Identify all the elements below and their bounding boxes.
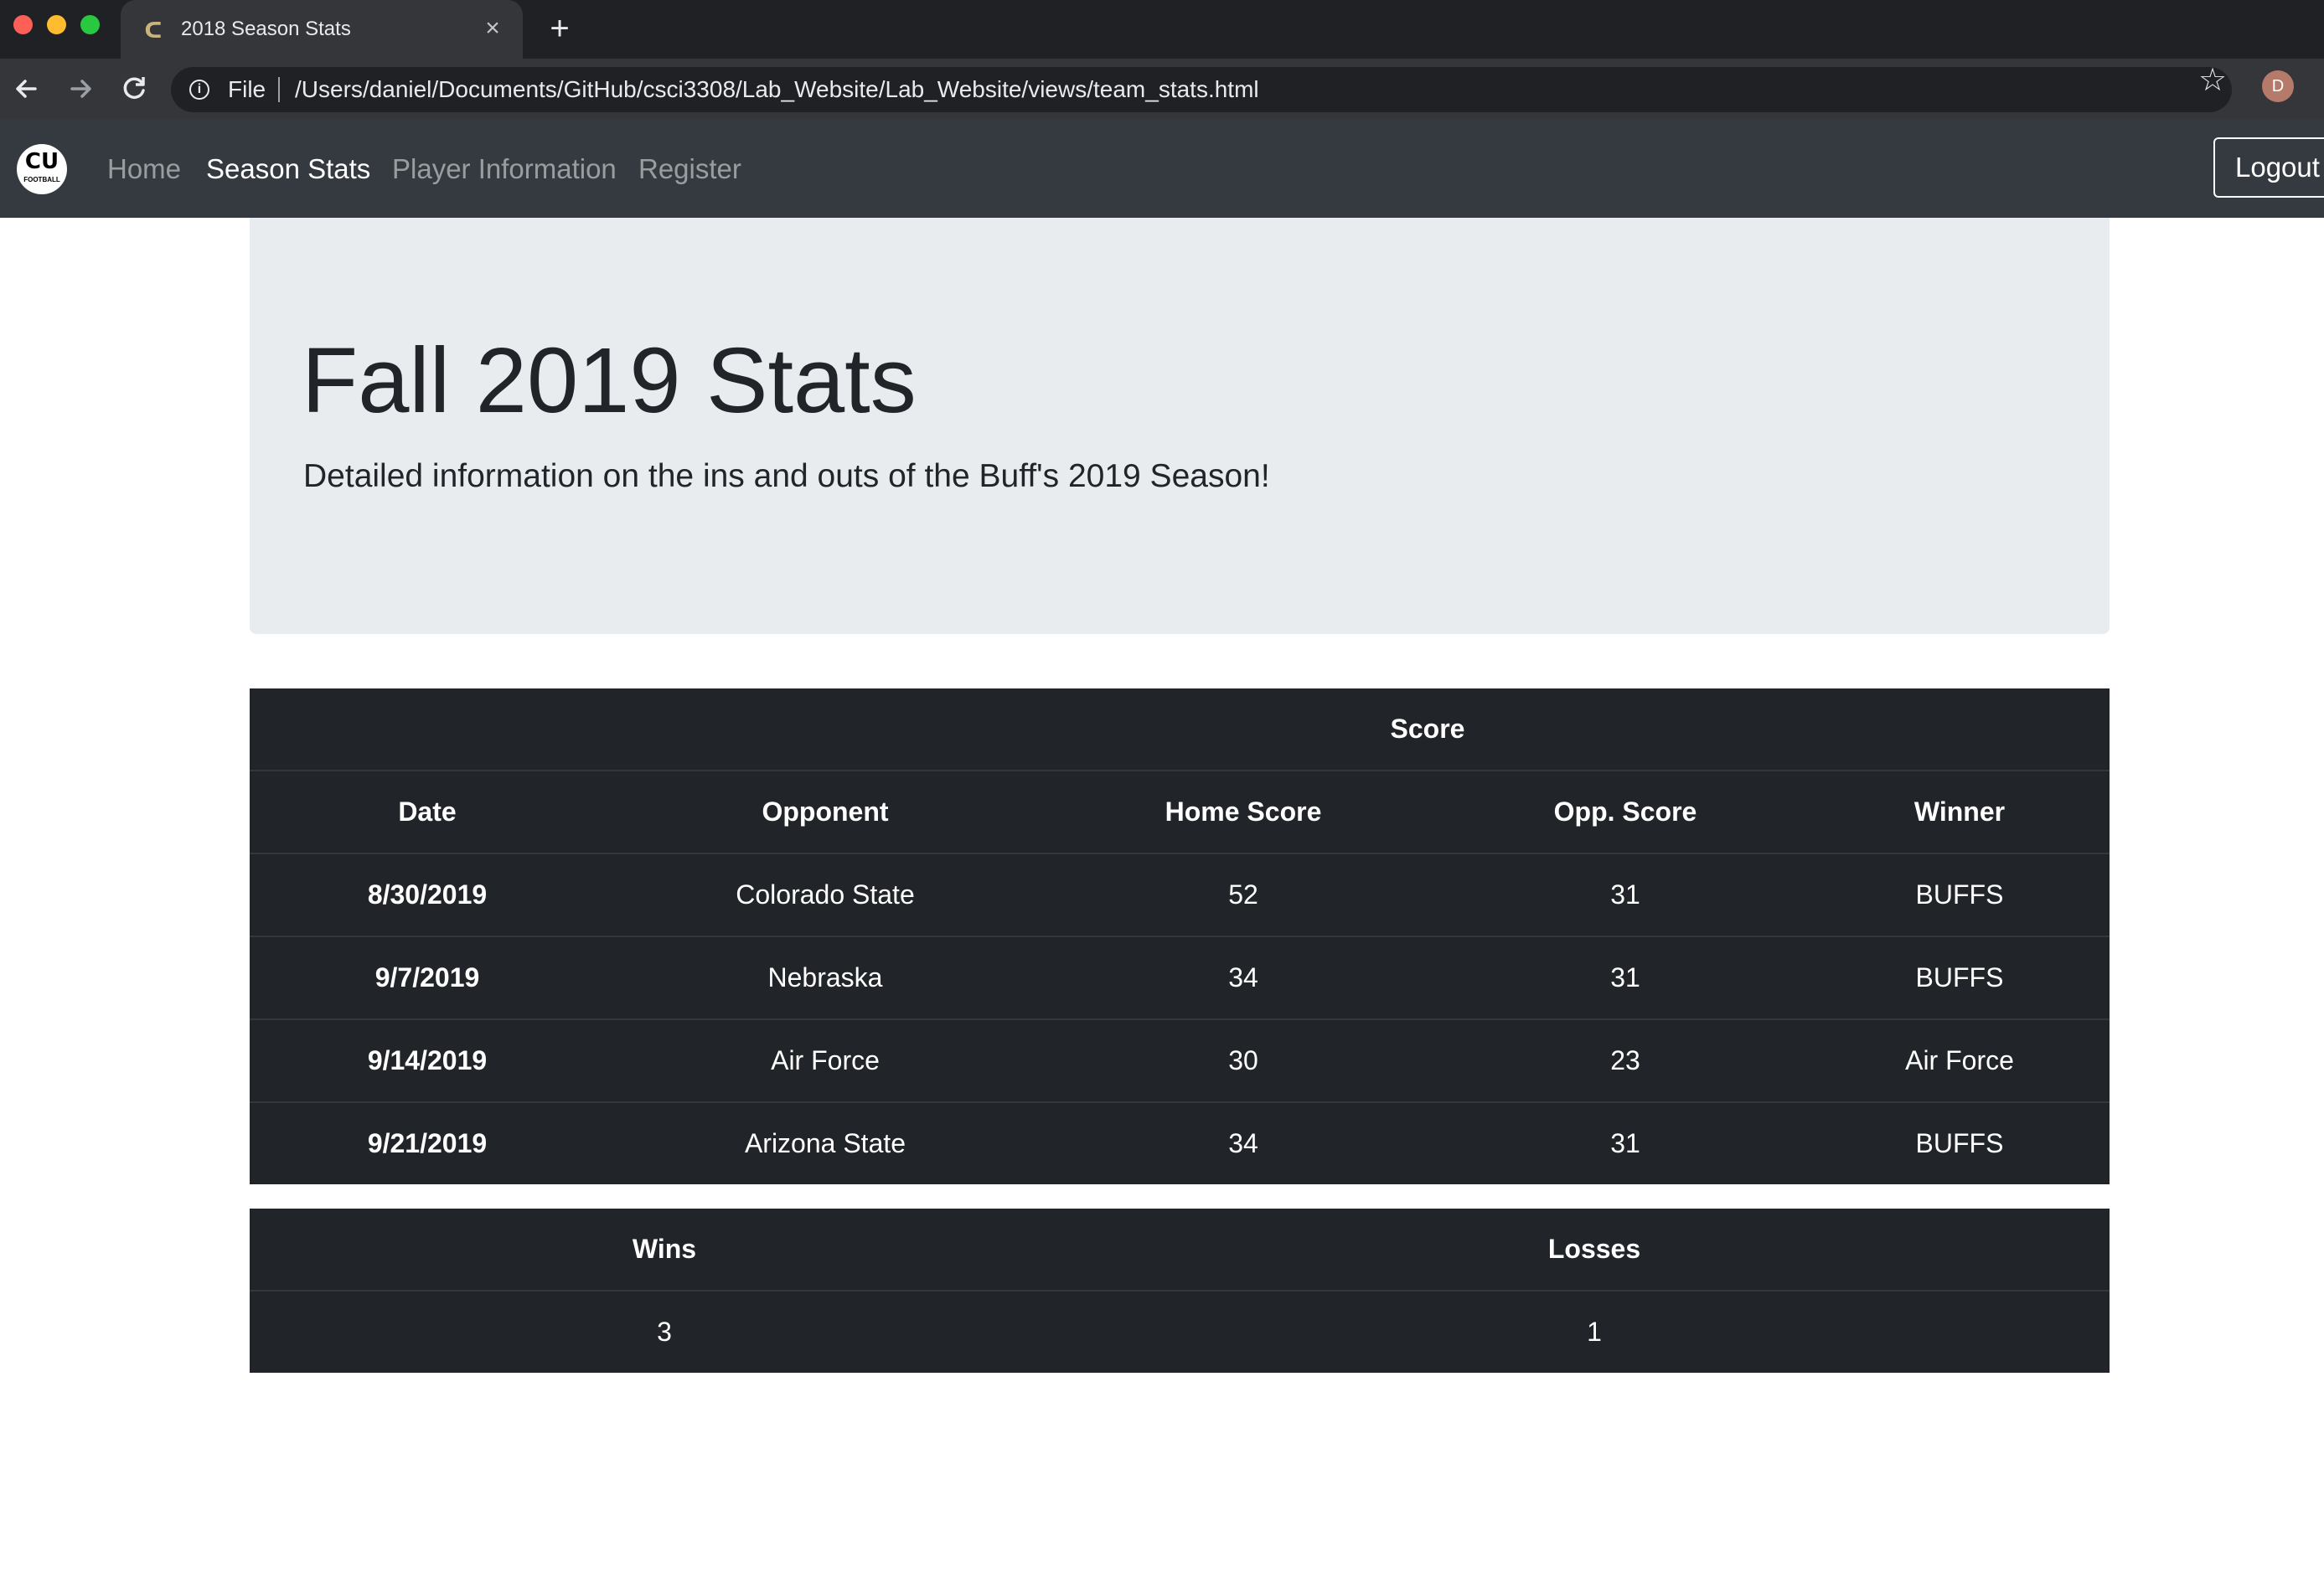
back-arrow-icon[interactable]: [10, 72, 44, 106]
minimize-window-button[interactable]: [47, 15, 66, 34]
nav-link-register[interactable]: Register: [638, 152, 741, 186]
nav-link-season-stats[interactable]: Season Stats: [206, 152, 370, 186]
browser-tab-strip: ᑕ 2018 Season Stats × +: [0, 0, 2324, 59]
table-header-spacer: [250, 688, 1046, 771]
info-icon[interactable]: i: [189, 80, 209, 100]
browser-toolbar: i File /Users/daniel/Documents/GitHub/cs…: [0, 59, 2324, 119]
game-opp-score: 31: [1441, 936, 1810, 1019]
table-header-row: Wins Losses: [250, 1209, 2110, 1291]
table-row: 9/7/2019 Nebraska 34 31 BUFFS: [250, 936, 2110, 1019]
game-date: 9/21/2019: [250, 1101, 605, 1184]
season-scores-table: Score Date Opponent Home Score Opp. Scor…: [250, 688, 2110, 1184]
close-window-button[interactable]: [13, 15, 33, 34]
game-home-score: 30: [1046, 1018, 1441, 1102]
score-group-header: Score: [1390, 714, 1465, 744]
game-opp-score: 23: [1441, 1018, 1810, 1102]
game-opponent: Colorado State: [605, 853, 1046, 936]
address-separator: [278, 77, 280, 102]
logo-monogram: CU: [24, 149, 59, 174]
page-title: Fall 2019 Stats: [302, 329, 917, 432]
close-tab-icon[interactable]: ×: [479, 15, 506, 42]
header-winner: Winner: [1810, 770, 2110, 853]
header-opp-score: Opp. Score: [1441, 770, 1810, 853]
table-header-spacer: [1810, 688, 2110, 771]
game-date: 9/7/2019: [250, 936, 605, 1019]
table-row: 9/21/2019 Arizona State 34 31 BUFFS: [250, 1101, 2110, 1184]
game-winner: BUFFS: [1810, 1101, 2110, 1184]
losses-value: 1: [1079, 1290, 2110, 1373]
nav-link-home[interactable]: Home: [107, 152, 181, 186]
url-scheme-label: File: [228, 76, 266, 102]
game-home-score: 34: [1046, 1101, 1441, 1184]
season-record-table: Wins Losses 3 1: [250, 1209, 2110, 1373]
game-opponent: Air Force: [605, 1018, 1046, 1102]
jumbotron: Fall 2019 Stats Detailed information on …: [250, 218, 2110, 634]
game-date: 8/30/2019: [250, 853, 605, 936]
tab-title: 2018 Season Stats: [181, 18, 351, 40]
reload-icon[interactable]: [117, 72, 151, 106]
game-opp-score: 31: [1441, 853, 1810, 936]
forward-arrow-icon[interactable]: [64, 72, 97, 106]
table-header-row: Date Opponent Home Score Opp. Score Winn…: [250, 770, 2110, 853]
header-date: Date: [250, 770, 605, 853]
game-winner: BUFFS: [1810, 936, 2110, 1019]
nav-link-player-information[interactable]: Player Information: [392, 152, 617, 186]
table-row: 9/14/2019 Air Force 30 23 Air Force: [250, 1018, 2110, 1102]
header-losses: Losses: [1547, 1234, 1641, 1264]
table-row: 8/30/2019 Colorado State 52 31 BUFFS: [250, 853, 2110, 936]
cu-football-logo[interactable]: CU FOOTBALL: [17, 144, 67, 194]
new-tab-button[interactable]: +: [543, 12, 576, 45]
table-row: 3 1: [250, 1290, 2110, 1373]
address-bar[interactable]: i File /Users/daniel/Documents/GitHub/cs…: [171, 67, 2232, 112]
site-navbar: CU FOOTBALL Home Season Stats Player Inf…: [0, 119, 2324, 218]
game-opponent: Arizona State: [605, 1101, 1046, 1184]
game-home-score: 34: [1046, 936, 1441, 1019]
profile-avatar[interactable]: D: [2262, 70, 2294, 102]
logout-button[interactable]: Logout: [2213, 137, 2324, 198]
game-opponent: Nebraska: [605, 936, 1046, 1019]
header-wins: Wins: [632, 1234, 697, 1264]
game-winner: Air Force: [1810, 1018, 2110, 1102]
browser-tab[interactable]: ᑕ 2018 Season Stats ×: [121, 0, 523, 59]
header-opponent: Opponent: [605, 770, 1046, 853]
cu-favicon-icon: ᑕ: [144, 18, 163, 43]
page-lead: Detailed information on the ins and outs…: [303, 458, 1270, 494]
url-text[interactable]: /Users/daniel/Documents/GitHub/csci3308/…: [295, 76, 1259, 103]
game-opp-score: 31: [1441, 1101, 1810, 1184]
game-date: 9/14/2019: [250, 1018, 605, 1102]
game-winner: BUFFS: [1810, 853, 2110, 936]
maximize-window-button[interactable]: [80, 15, 100, 34]
wins-value: 3: [250, 1290, 1079, 1373]
game-home-score: 52: [1046, 853, 1441, 936]
table-group-header-row: Score: [250, 688, 2110, 771]
header-home-score: Home Score: [1046, 770, 1441, 853]
logo-text: FOOTBALL: [23, 176, 60, 183]
star-icon[interactable]: ☆: [2195, 64, 2230, 97]
